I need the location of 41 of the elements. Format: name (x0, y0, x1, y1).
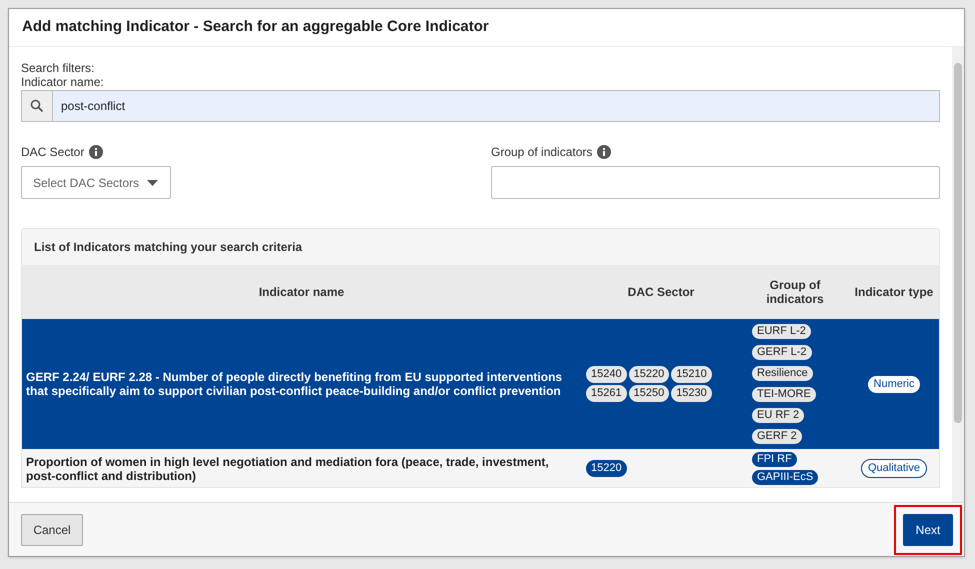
field-label: Indicator name: (21, 75, 105, 89)
group-tag: EU RF 2 (752, 408, 804, 423)
next-button[interactable]: Next (903, 514, 953, 546)
group-tag: GERF 2 (752, 429, 802, 444)
group-tag: FPI RF (752, 452, 797, 467)
field-label: Group of indicators (491, 144, 592, 161)
group-tag: TEI-MORE (752, 387, 816, 402)
type-tag: Numeric (868, 376, 920, 392)
panel-heading: List of Indicators matching your search criteria (34, 239, 302, 256)
column-header: Group of indicators (765, 278, 825, 306)
sector-tag: 15210 (671, 366, 712, 383)
sector-tag: 15230 (671, 385, 712, 402)
column-header: DAC Sector (628, 285, 694, 299)
search-field[interactable]: post-conflict (53, 90, 940, 122)
field-label: DAC Sector (21, 144, 84, 161)
info-icon (89, 145, 104, 159)
scrollbar[interactable] (952, 47, 964, 502)
sector-tag: 15220 (586, 460, 627, 477)
group-tag: GERF L-2 (752, 345, 812, 360)
dac-sector-dropdown[interactable]: Select DAC Sectors (21, 166, 171, 199)
table-row[interactable]: Proportion of women in high level negotiation and mediation fora (peace, trade, investment, post-conflict and distribution) 15220 FPI RF GAPIII-EcS Qualitative (22, 449, 939, 487)
column-header: Indicator type (854, 285, 934, 299)
caret-icon (147, 180, 158, 186)
group-tag: Resilience (752, 366, 813, 381)
type-tag: Qualitative (861, 459, 927, 478)
search-icon (30, 99, 44, 113)
group-tag: EURF L-2 (752, 324, 811, 339)
cancel-button[interactable]: Cancel (21, 514, 83, 546)
filters-heading: Search filters: (21, 61, 96, 75)
indicator-name: GERF 2.24/ EURF 2.28 - Number of people directly benefiting from EU supported interventions that specifically aim to support civilian post-conflict peace-building and/or conflict prevention (26, 370, 564, 398)
sector-tag: 15250 (628, 385, 670, 402)
sector-tag: 15261 (586, 385, 627, 402)
group-input-field[interactable] (491, 166, 940, 199)
group-tag: GAPIII-EcS (752, 470, 818, 485)
info-icon (597, 145, 612, 159)
indicator-name: Proportion of women in high level negotiation and mediation fora (peace, trade, investment, post-conflict and distribution) (26, 454, 550, 482)
dialog-title: Add matching Indicator - Search for an aggregable Core Indicator (22, 17, 489, 38)
column-header: Indicator name (258, 285, 344, 299)
sector-tag: 15220 (628, 366, 670, 383)
table-row[interactable] (22, 319, 939, 449)
sector-tag: 15240 (586, 366, 627, 383)
